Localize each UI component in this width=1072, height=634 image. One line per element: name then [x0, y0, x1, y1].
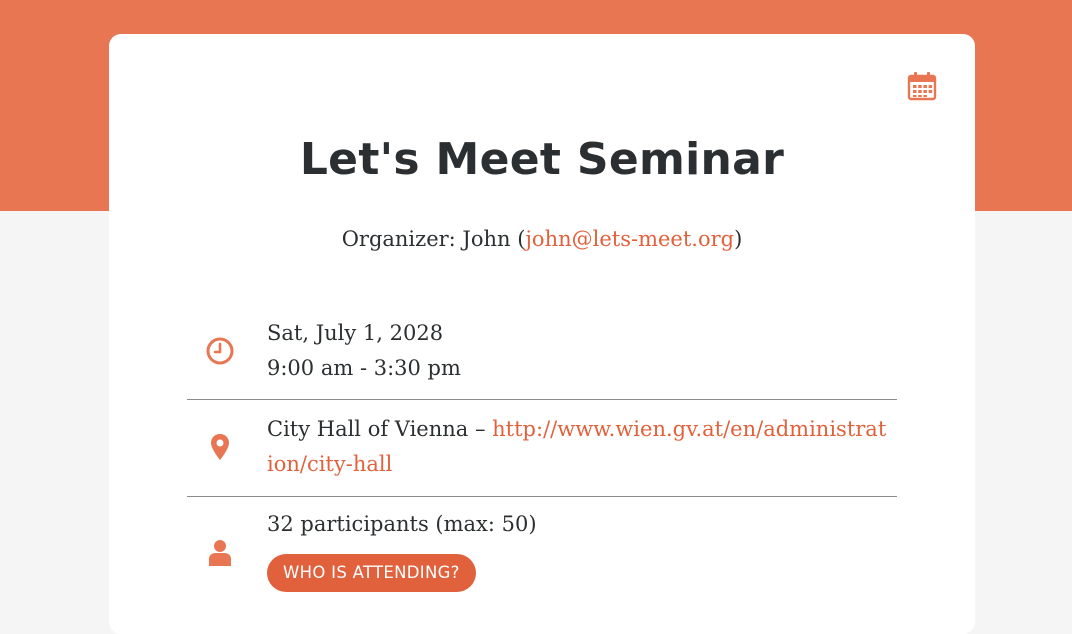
datetime-row: Sat, July 1, 2028 9:00 am - 3:30 pm	[187, 314, 897, 399]
event-card: Let's Meet Seminar Organizer: John (john…	[109, 34, 975, 634]
who-is-attending-button[interactable]: WHO IS ATTENDING?	[267, 554, 476, 592]
participant-count: 32 participants (max: 50)	[267, 512, 537, 536]
calendar-icon[interactable]	[907, 71, 937, 101]
organizer-label: Organizer: John (	[341, 227, 526, 251]
map-pin-icon	[211, 434, 229, 460]
organizer-line: Organizer: John (john@lets-meet.org)	[109, 224, 975, 254]
event-title: Let's Meet Seminar	[299, 134, 785, 185]
location-row: City Hall of Vienna – http://www.wien.gv…	[187, 400, 897, 496]
venue-name: City Hall of Vienna –	[267, 417, 493, 441]
person-icon	[209, 540, 231, 566]
organizer-email-link[interactable]: john@lets-meet.org	[525, 227, 734, 251]
clock-icon	[206, 337, 234, 365]
organizer-close: )	[734, 227, 743, 251]
event-time: 9:00 am - 3:30 pm	[267, 356, 461, 380]
event-date: Sat, July 1, 2028	[267, 321, 444, 345]
participants-row: 32 participants (max: 50) WHO IS ATTENDI…	[187, 497, 897, 607]
